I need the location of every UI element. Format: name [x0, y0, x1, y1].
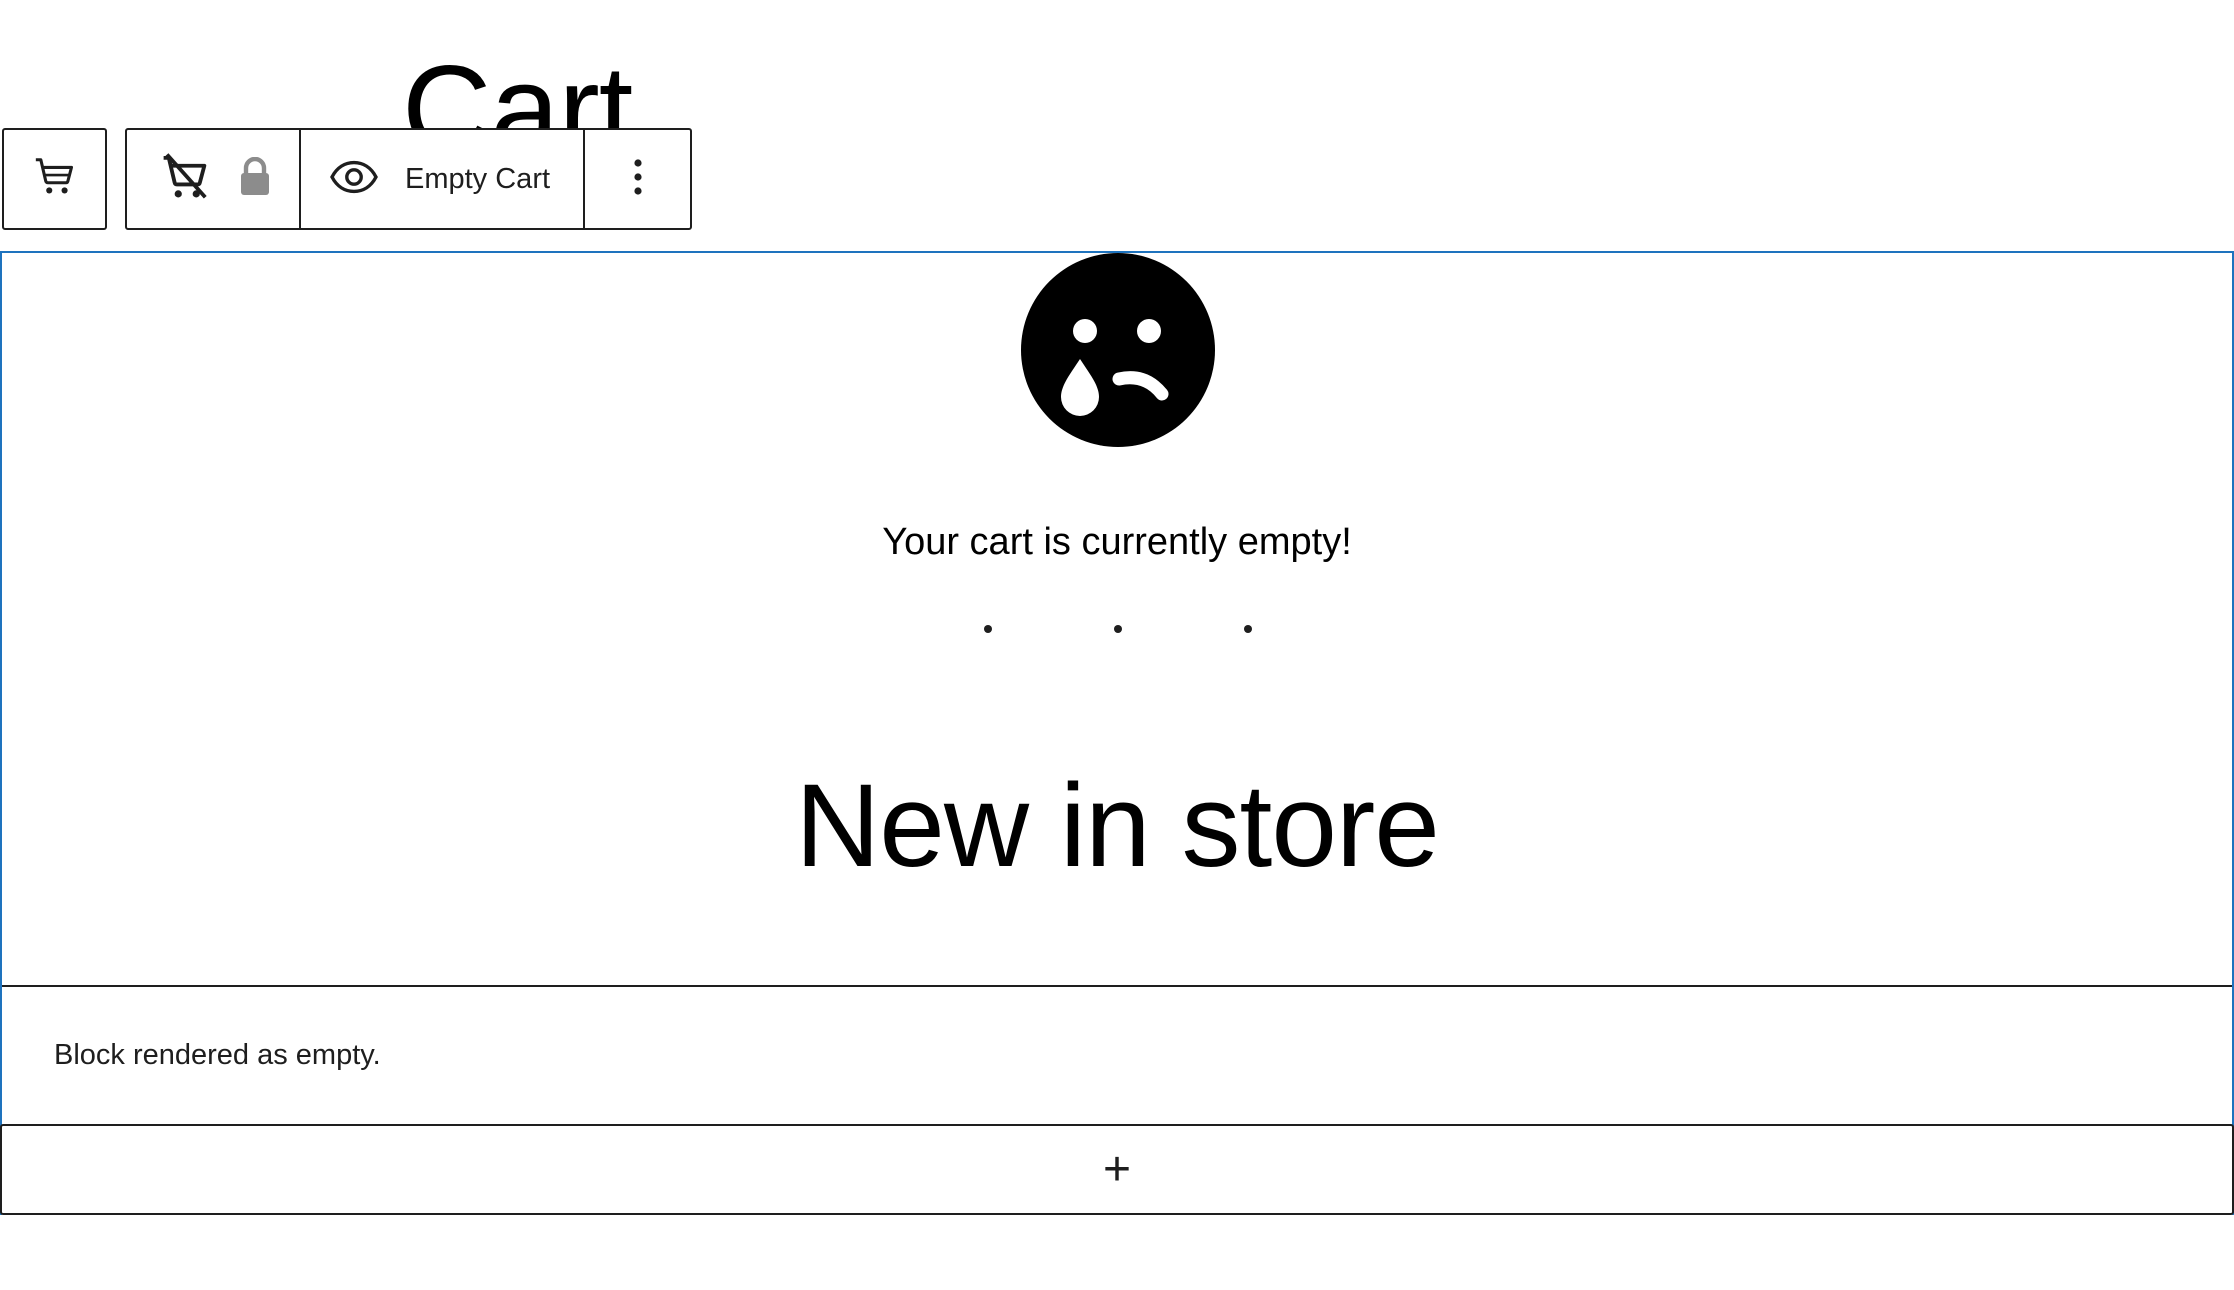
block-toolbar: Empty Cart: [125, 128, 692, 230]
lock-icon[interactable]: [238, 156, 272, 202]
more-vertical-icon: [633, 157, 643, 202]
plus-icon: +: [1102, 1142, 1132, 1196]
separator-dot: [1114, 625, 1122, 633]
sad-face-icon: [1019, 251, 1217, 449]
block-rendered-notice: Block rendered as empty.: [54, 1039, 381, 1071]
options-button[interactable]: [585, 130, 690, 228]
switch-view-button[interactable]: Empty Cart: [301, 130, 585, 228]
parent-block-toolbar: [2, 128, 107, 230]
view-label: Empty Cart: [405, 162, 551, 195]
empty-cart-message[interactable]: Your cart is currently empty!: [2, 521, 2232, 564]
add-block-button[interactable]: +: [0, 1124, 2234, 1215]
editor-page: Cart Empty Cart Your cart is currently e…: [0, 0, 2234, 1290]
empty-cart-icon: [158, 150, 212, 209]
empty-cart-content: Your cart is currently empty! New in sto…: [2, 253, 2232, 987]
separator-dot: [984, 625, 992, 633]
new-in-store-heading[interactable]: New in store: [2, 758, 2232, 894]
page-title[interactable]: Cart: [402, 40, 632, 136]
eye-icon: [329, 159, 379, 200]
separator-dot: [1244, 625, 1252, 633]
empty-cart-block[interactable]: Your cart is currently empty! New in sto…: [0, 251, 2234, 1215]
block-type-button[interactable]: [127, 130, 301, 228]
select-parent-cart-button[interactable]: [4, 130, 105, 228]
cart-icon: [32, 154, 78, 205]
dots-separator[interactable]: [980, 623, 1256, 635]
